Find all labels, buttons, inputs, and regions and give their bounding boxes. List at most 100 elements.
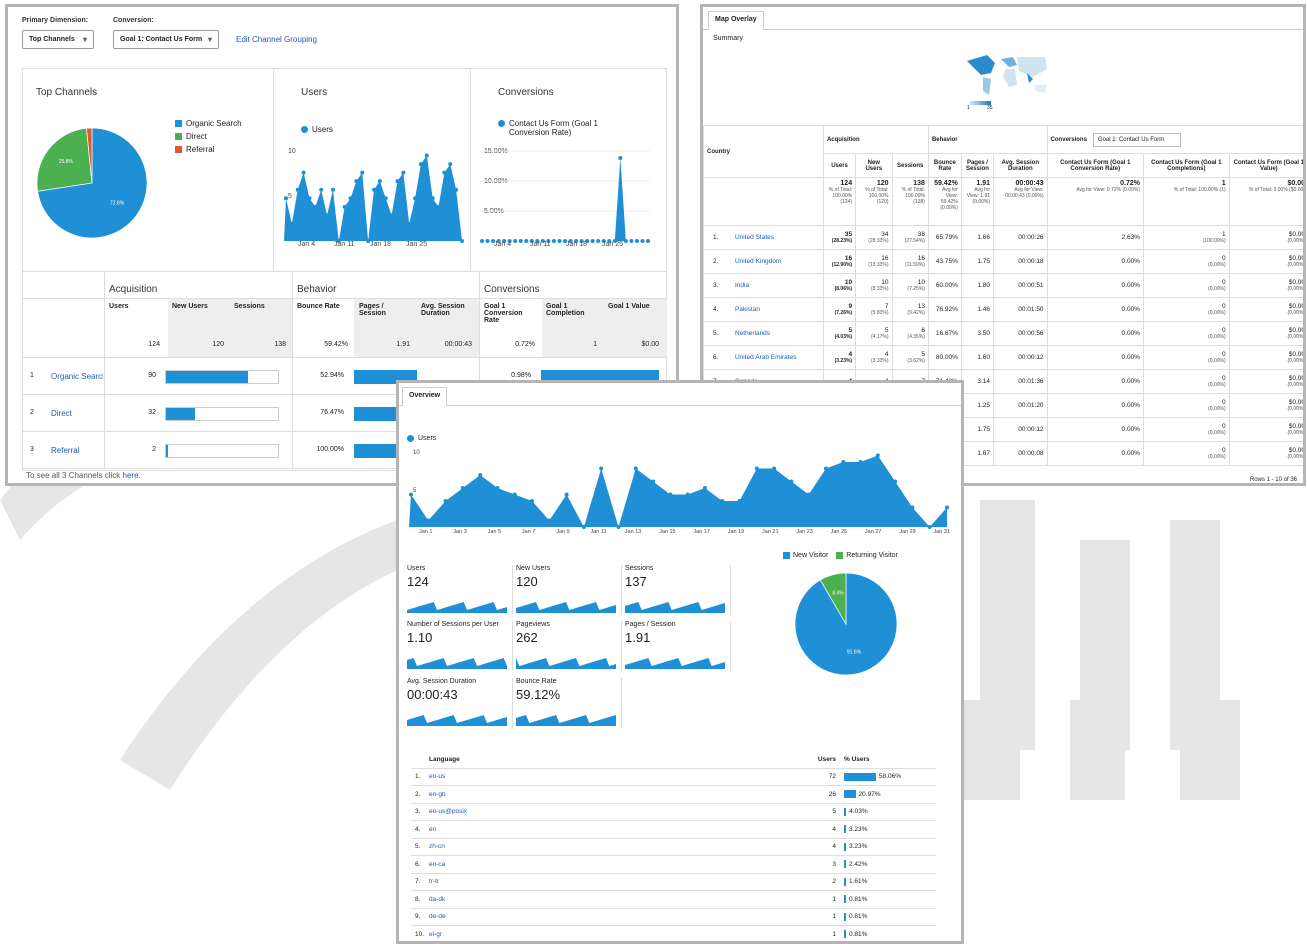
data-point[interactable]: [495, 486, 500, 490]
data-point[interactable]: [413, 196, 418, 201]
col-users[interactable]: Users: [109, 303, 161, 310]
country-link[interactable]: United States: [735, 234, 774, 241]
col-new-users[interactable]: New Users: [172, 303, 228, 310]
data-point[interactable]: [754, 466, 759, 471]
data-point[interactable]: [426, 518, 431, 523]
metric-tile[interactable]: Avg. Session Duration 00:00:43: [407, 678, 513, 728]
data-point[interactable]: [590, 239, 595, 243]
language-link[interactable]: zh-cn: [429, 843, 806, 850]
data-point[interactable]: [389, 213, 394, 218]
data-point[interactable]: [354, 179, 359, 184]
col-sessions[interactable]: Sessions: [234, 303, 290, 310]
metric-tile[interactable]: Users 124: [407, 565, 513, 615]
data-point[interactable]: [945, 505, 949, 510]
data-point[interactable]: [518, 239, 523, 243]
data-point[interactable]: [319, 187, 324, 192]
map-col-header[interactable]: Bounce Rate: [927, 153, 962, 178]
data-point[interactable]: [557, 239, 562, 243]
data-point[interactable]: [634, 239, 639, 243]
language-link[interactable]: en-us@posix: [429, 808, 806, 815]
data-point[interactable]: [651, 479, 656, 484]
country-link[interactable]: United Arab Emirates: [735, 354, 796, 361]
channel-link[interactable]: Direct: [51, 409, 103, 418]
map-col-header[interactable]: Users: [822, 153, 857, 178]
data-point[interactable]: [478, 473, 483, 477]
data-point[interactable]: [685, 492, 690, 497]
map-col-header[interactable]: Contact Us Form (Goal 1 Value): [1228, 153, 1303, 178]
data-point[interactable]: [789, 479, 794, 484]
data-point[interactable]: [596, 239, 601, 243]
data-point[interactable]: [301, 170, 306, 175]
map-col-header[interactable]: Contact Us Form (Goal 1 Conversion Rate): [1046, 153, 1144, 178]
data-point[interactable]: [629, 239, 634, 243]
data-point[interactable]: [395, 179, 400, 184]
map-col-header[interactable]: Avg. Session Duration: [993, 153, 1048, 178]
data-point[interactable]: [910, 505, 915, 510]
data-point[interactable]: [325, 213, 330, 218]
data-point[interactable]: [806, 492, 811, 497]
data-point[interactable]: [599, 466, 604, 471]
data-point[interactable]: [927, 525, 932, 529]
map-col-header[interactable]: Contact Us Form (Goal 1 Completions): [1142, 153, 1230, 178]
data-point[interactable]: [418, 162, 423, 167]
country-link[interactable]: India: [735, 282, 749, 289]
data-point[interactable]: [513, 239, 518, 243]
metric-tile[interactable]: Sessions 137: [625, 565, 731, 615]
data-point[interactable]: [616, 525, 621, 529]
data-point[interactable]: [633, 466, 638, 471]
col-goal1-completion[interactable]: Goal 1 Completion: [546, 303, 596, 317]
data-point[interactable]: [485, 239, 490, 243]
metric-tile[interactable]: Pages / Session 1.91: [625, 621, 731, 671]
see-all-channels-link[interactable]: here.: [123, 471, 141, 480]
data-point[interactable]: [524, 239, 529, 243]
country-link[interactable]: Pakistan: [735, 306, 760, 313]
language-link[interactable]: en-us: [429, 773, 806, 780]
tab-map-overlay[interactable]: Map Overlay: [708, 11, 764, 30]
data-point[interactable]: [480, 239, 484, 243]
country-header[interactable]: Country: [703, 125, 824, 178]
channel-link[interactable]: Referral: [51, 446, 103, 455]
data-point[interactable]: [772, 466, 777, 471]
data-point[interactable]: [530, 499, 535, 503]
rows-pagination[interactable]: Rows 1 - 10 of 36: [1250, 477, 1297, 483]
data-point[interactable]: [377, 179, 382, 184]
country-link[interactable]: Netherlands: [735, 330, 770, 337]
conversion-goal-select[interactable]: Goal 1: Contact Us Form: [1092, 132, 1181, 147]
metric-tile[interactable]: Number of Sessions per User 1.10: [407, 621, 513, 671]
map-col-header[interactable]: Pages / Session: [960, 153, 995, 178]
data-point[interactable]: [823, 466, 828, 471]
data-point[interactable]: [443, 499, 448, 503]
data-point[interactable]: [383, 196, 388, 201]
data-point[interactable]: [442, 170, 447, 175]
data-point[interactable]: [372, 187, 376, 192]
data-point[interactable]: [436, 204, 441, 209]
data-point[interactable]: [430, 196, 435, 201]
data-point[interactable]: [646, 239, 650, 243]
data-point[interactable]: [284, 196, 288, 201]
map-col-header[interactable]: Sessions: [891, 153, 929, 178]
col-pages-session[interactable]: Pages / Session: [359, 303, 399, 317]
data-point[interactable]: [618, 156, 623, 161]
metric-tile[interactable]: Bounce Rate 59.12%: [516, 678, 622, 728]
data-point[interactable]: [342, 204, 347, 209]
data-point[interactable]: [289, 221, 294, 226]
data-point[interactable]: [547, 518, 552, 523]
data-point[interactable]: [454, 187, 459, 192]
data-point[interactable]: [409, 492, 413, 497]
data-point[interactable]: [407, 221, 412, 226]
tab-summary[interactable]: Summary: [713, 35, 743, 42]
data-point[interactable]: [295, 187, 300, 192]
data-point[interactable]: [720, 499, 725, 503]
data-point[interactable]: [551, 239, 556, 243]
conversion-select[interactable]: Goal 1: Contact Us Form ▾: [113, 30, 219, 49]
data-point[interactable]: [737, 499, 742, 503]
data-point[interactable]: [512, 492, 517, 497]
data-point[interactable]: [307, 196, 312, 201]
language-link[interactable]: el-gr: [429, 931, 806, 938]
data-point[interactable]: [360, 170, 365, 175]
data-point[interactable]: [330, 187, 335, 192]
language-link[interactable]: en: [429, 826, 806, 833]
data-point[interactable]: [702, 486, 707, 490]
map-col-header[interactable]: New Users: [855, 153, 893, 178]
language-link[interactable]: da-dk: [429, 896, 806, 903]
